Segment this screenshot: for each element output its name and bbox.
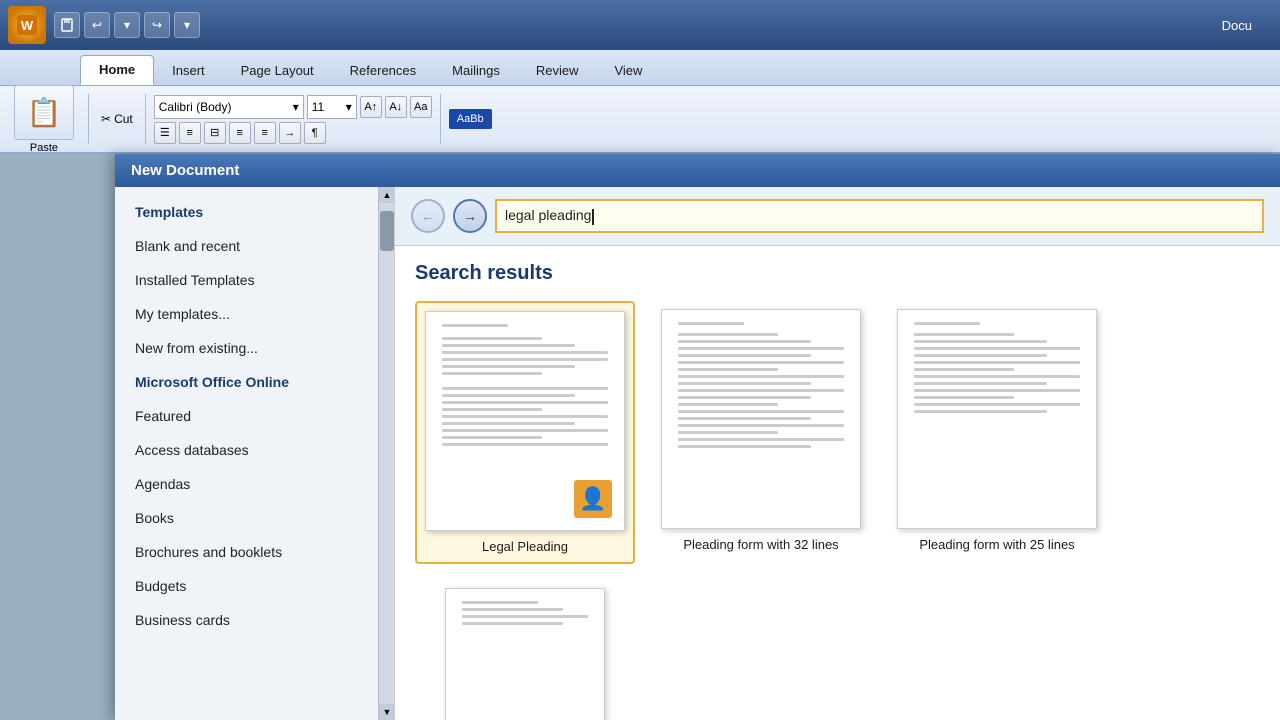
font-size-dropdown-icon: ▾ [346,100,352,114]
sidebar-item-installed[interactable]: Installed Templates [115,263,394,297]
template-card-pleading-25[interactable]: Pleading form with 25 lines [887,301,1107,564]
quick-access-dropdown[interactable]: ▾ [174,12,200,38]
search-input-text: legal pleading [505,207,1254,224]
window-title: Docu [1222,18,1272,33]
separator-2 [145,94,146,144]
tab-home[interactable]: Home [80,55,154,85]
new-document-dialog: New Document Templates Blank and recent … [115,154,1280,720]
scissors-icon: ✂ [101,112,111,126]
tab-review[interactable]: Review [518,57,597,85]
dialog-content: Templates Blank and recent Installed Tem… [115,187,1280,720]
align-center-button[interactable]: ≡ [254,122,276,144]
template-card-pleading-extra[interactable]: Pl... [415,580,635,720]
sidebar-item-access-db[interactable]: Access databases [115,433,394,467]
templates-sidebar: Templates Blank and recent Installed Tem… [115,187,395,720]
sidebar-item-brochures[interactable]: Brochures and booklets [115,535,394,569]
sidebar-item-budgets[interactable]: Budgets [115,569,394,603]
font-family-selector[interactable]: Calibri (Body) ▾ [154,95,304,119]
separator-3 [440,94,441,144]
template-preview-pleading-25 [897,309,1097,529]
cut-label: Cut [114,112,133,126]
undo-dropdown[interactable]: ▾ [114,12,140,38]
font-controls: Calibri (Body) ▾ 11 ▾ A↑ A↓ Aa ☰ ≡ ⊟ ≡ ≡… [154,95,432,144]
tab-references[interactable]: References [332,57,434,85]
tab-insert[interactable]: Insert [154,57,223,85]
title-bar: W ↩ ▾ ↪ ▾ Docu [0,0,1280,50]
tab-mailings[interactable]: Mailings [434,57,518,85]
template-preview-pleading-extra [445,588,605,720]
search-input-container[interactable]: legal pleading [495,199,1264,233]
multilevel-list-button[interactable]: ⊟ [204,122,226,144]
style-aa-button[interactable]: AaBb [449,109,492,129]
font-size-label: 11 [312,100,324,114]
font-dropdown-icon: ▾ [293,100,299,114]
results-area: Search results [395,246,1280,720]
tab-view[interactable]: View [596,57,660,85]
results-title: Search results [415,262,1260,285]
template-name-pleading-32: Pleading form with 32 lines [683,537,838,552]
dialog-title: New Document [115,154,1280,187]
paste-label: Paste [30,142,58,154]
sidebar-item-featured[interactable]: Featured [115,399,394,433]
text-cursor [592,209,594,225]
show-hide-button[interactable]: ¶ [304,122,326,144]
paste-button[interactable]: 📋 [14,85,74,140]
sidebar-item-my-templates[interactable]: My templates... [115,297,394,331]
scroll-down-button[interactable]: ▼ [379,704,395,720]
svg-text:W: W [21,18,34,33]
paste-icon: 📋 [27,96,62,129]
save-button[interactable] [54,12,80,38]
font-size-selector[interactable]: 11 ▾ [307,95,357,119]
template-name-pleading-25: Pleading form with 25 lines [919,537,1074,552]
back-button[interactable]: ← [411,199,445,233]
redo-button[interactable]: ↪ [144,12,170,38]
sidebar-item-new-existing[interactable]: New from existing... [115,331,394,365]
toolbar-controls: ↩ ▾ ↪ ▾ [54,12,200,38]
results-grid: 👤 Legal Pleading [415,301,1260,720]
sidebar-item-agendas[interactable]: Agendas [115,467,394,501]
numbering-button[interactable]: ≡ [179,122,201,144]
undo-button[interactable]: ↩ [84,12,110,38]
search-bar: ← → legal pleading [395,187,1280,246]
sidebar-section-templates: Templates [115,195,394,229]
template-person-icon: 👤 [574,480,612,518]
ribbon-toolbar: 📋 Paste ✂ Cut Calibri (Body) ▾ 11 ▾ A↑ A… [0,86,1280,154]
font-shrink-button[interactable]: A↓ [385,96,407,118]
forward-icon: → [463,208,477,224]
template-card-pleading-32[interactable]: Pleading form with 32 lines [651,301,871,564]
app-logo: W [8,6,46,44]
sidebar-scrollbar[interactable]: ▲ ▼ [378,187,394,720]
scroll-up-button[interactable]: ▲ [379,187,395,203]
align-left-button[interactable]: ≡ [229,122,251,144]
font-name-label: Calibri (Body) [159,100,232,114]
change-case-button[interactable]: Aa [410,96,432,118]
sidebar-item-business-cards[interactable]: Business cards [115,603,394,637]
ribbon-tabs: Home Insert Page Layout References Maili… [0,50,1280,86]
sidebar-scroll-area: Templates Blank and recent Installed Tem… [115,187,394,720]
template-name-legal-pleading: Legal Pleading [482,539,568,554]
tab-page-layout[interactable]: Page Layout [223,57,332,85]
template-preview-pleading-32 [661,309,861,529]
scrollbar-thumb[interactable] [380,211,394,251]
template-preview-legal-pleading: 👤 [425,311,625,531]
main-area: New Document Templates Blank and recent … [0,154,1280,720]
separator-1 [88,94,89,144]
sidebar-item-ms-online[interactable]: Microsoft Office Online [115,365,394,399]
back-icon: ← [421,208,435,224]
search-value: legal pleading [505,207,591,223]
bullets-button[interactable]: ☰ [154,122,176,144]
sidebar-item-books[interactable]: Books [115,501,394,535]
right-panel: ← → legal pleading Search results [395,187,1280,720]
font-grow-button[interactable]: A↑ [360,96,382,118]
template-card-legal-pleading[interactable]: 👤 Legal Pleading [415,301,635,564]
sidebar-item-blank-recent[interactable]: Blank and recent [115,229,394,263]
forward-button[interactable]: → [453,199,487,233]
increase-indent-button[interactable]: → [279,122,301,144]
cut-button[interactable]: ✂ Cut [97,110,137,128]
